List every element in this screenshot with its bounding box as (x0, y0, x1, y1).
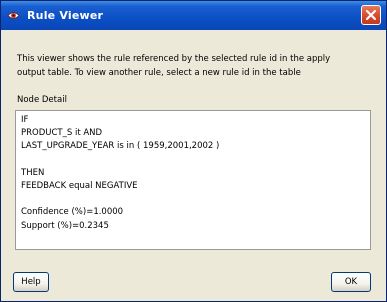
close-icon (365, 9, 377, 21)
ok-button[interactable]: OK (331, 272, 371, 292)
rule-line: IF (21, 115, 29, 125)
rule-line: LAST_UPGRADE_YEAR is in ( 1959,2001,2002… (21, 141, 220, 152)
rule-line (21, 193, 365, 206)
node-detail-label: Node Detail (17, 95, 67, 105)
rule-viewer-window: Rule Viewer This viewer shows the rule r… (0, 0, 387, 302)
description-text: This viewer shows the rule referenced by… (17, 52, 377, 80)
description-line: output table. To view another rule, sele… (17, 68, 301, 78)
rule-line (21, 154, 365, 167)
title-bar[interactable]: Rule Viewer (1, 1, 386, 30)
rule-line: THEN (21, 167, 45, 178)
description-line: This viewer shows the rule referenced by… (17, 54, 331, 64)
rule-viewer-app-icon (7, 9, 20, 22)
rule-line: Confidence (%)=1.0000 (21, 207, 124, 218)
close-button[interactable] (361, 5, 381, 25)
rule-line: Support (%)=0.2345 (21, 220, 109, 231)
window-title: Rule Viewer (27, 9, 104, 22)
node-detail-textarea[interactable]: IF PRODUCT_S it AND LAST_UPGRADE_YEAR is… (15, 110, 371, 250)
rule-line: FEEDBACK equal NEGATIVE (21, 180, 138, 191)
rule-line: PRODUCT_S it AND (21, 128, 103, 139)
help-button[interactable]: Help (13, 272, 49, 292)
